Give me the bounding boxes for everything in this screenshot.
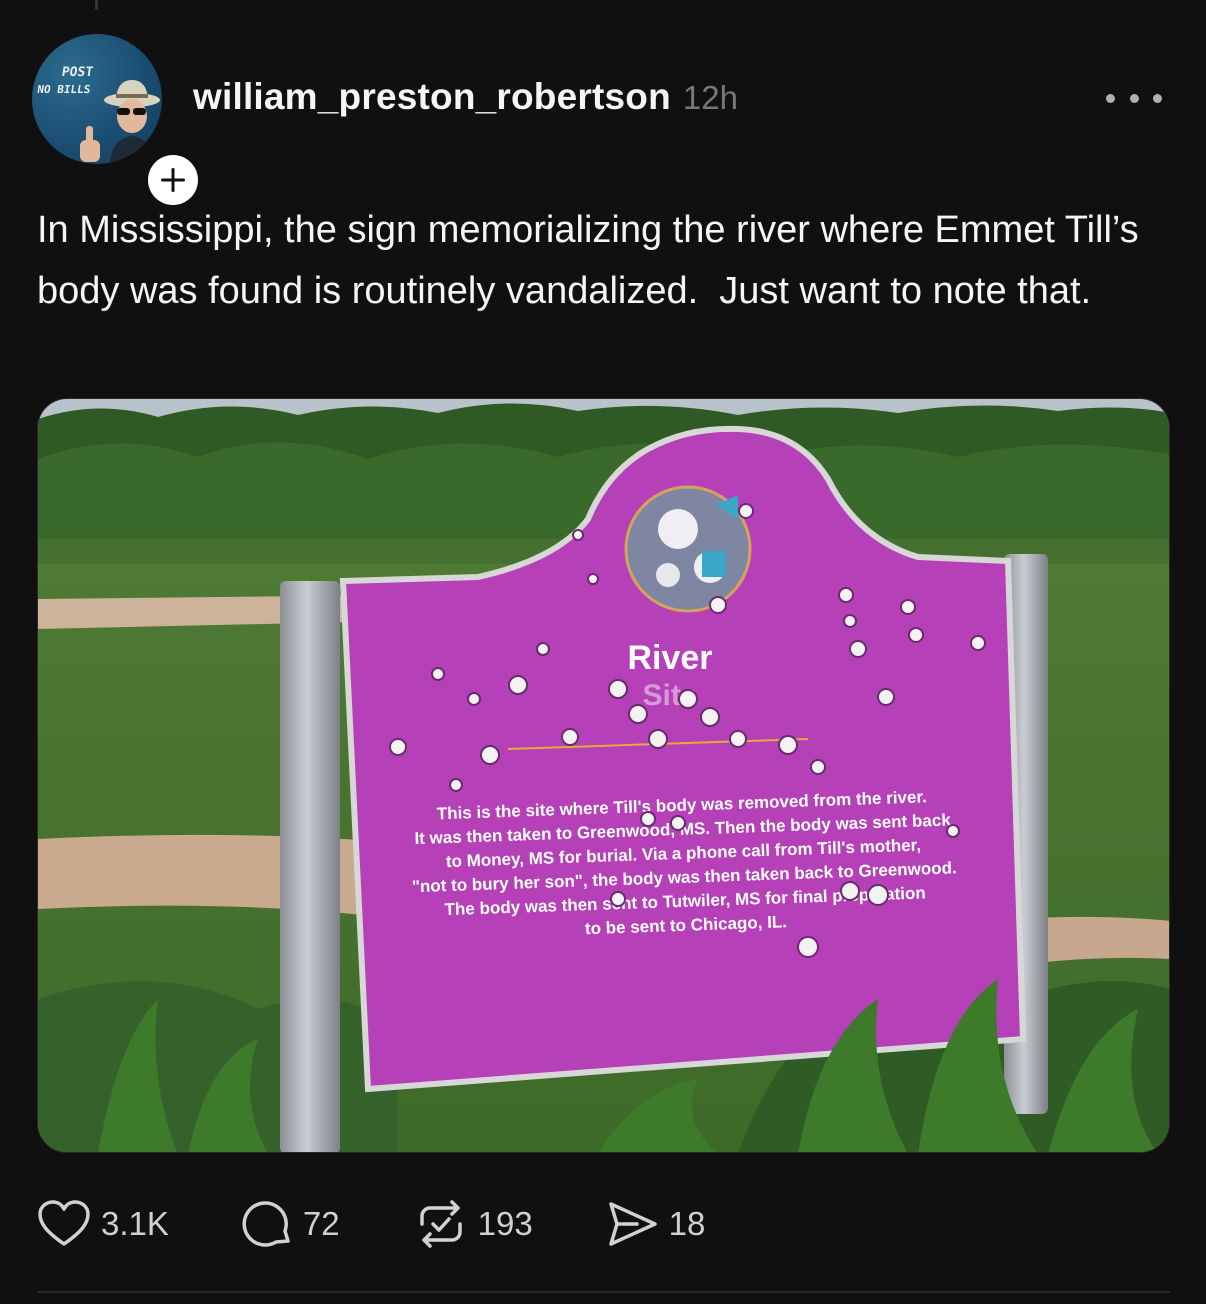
repost-button[interactable]: 193 — [414, 1196, 533, 1252]
more-icon-dot — [1153, 93, 1162, 103]
comment-button[interactable]: 72 — [241, 1196, 340, 1252]
comment-count: 72 — [302, 1205, 340, 1242]
more-icon-dot — [1129, 93, 1139, 103]
heart-icon — [38, 1200, 90, 1246]
send-icon — [608, 1202, 657, 1246]
repost-icon — [419, 1200, 462, 1248]
repost-count: 193 — [477, 1205, 533, 1242]
plus-icon — [161, 168, 185, 192]
more-icon — [1106, 93, 1115, 103]
username-link[interactable]: william_preston_robertson — [193, 76, 671, 118]
follow-button-circle[interactable] — [148, 155, 198, 205]
like-count: 3.1K — [101, 1205, 169, 1242]
avatar-hand-image — [80, 126, 100, 162]
more-options-button[interactable] — [1106, 82, 1162, 114]
avatar-person-image — [104, 80, 160, 164]
comment-bubble-icon — [242, 1201, 290, 1247]
avatar[interactable]: POST NO BILLS — [32, 34, 162, 164]
post-header: william_preston_robertson 12h — [193, 76, 738, 120]
share-count: 18 — [668, 1205, 706, 1242]
thread-line — [95, 0, 98, 10]
share-button[interactable]: 18 — [607, 1196, 706, 1252]
post-divider — [37, 1291, 1170, 1293]
post-timestamp[interactable]: 12h — [683, 79, 738, 117]
action-bar: 3.1K 72 193 18 — [37, 1196, 705, 1252]
sign-title-line1: River — [627, 639, 712, 677]
like-button[interactable]: 3.1K — [37, 1196, 169, 1252]
post-image[interactable]: River Site This is the site where Till's… — [37, 398, 1170, 1153]
post-body-text: In Mississippi, the sign memorializing t… — [37, 209, 1150, 312]
avatar-container[interactable]: POST NO BILLS — [32, 34, 202, 209]
post-image-scene: River Site This is the site where Till's… — [38, 399, 1169, 1152]
